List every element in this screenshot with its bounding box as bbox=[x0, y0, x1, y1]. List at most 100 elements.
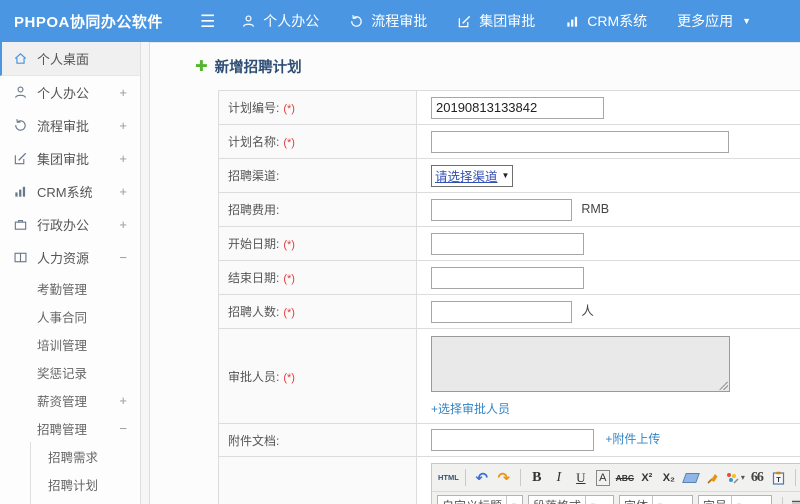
required-mark: (*) bbox=[283, 103, 295, 115]
html-source-button[interactable]: HTML bbox=[438, 468, 459, 488]
chevron-down-icon: ▾ bbox=[731, 495, 746, 504]
top-bar: PHPOA协同办公软件 ☰ 个人办公 流程审批 集团审批 CRM系统 更多应用 … bbox=[0, 0, 800, 42]
paragraph-format-select[interactable]: 段落格式 ▾ bbox=[528, 494, 614, 504]
edit-icon bbox=[457, 14, 472, 29]
sidebar-item-training-mgmt[interactable]: 培训管理 bbox=[0, 330, 140, 358]
superscript-button[interactable]: X² bbox=[637, 468, 657, 488]
expand-plus-icon[interactable]: + bbox=[119, 118, 127, 133]
workflow-icon bbox=[349, 14, 364, 29]
recruit-plan-form: 计划编号:(*) 计划名称:(*) 招聘渠道: 请选择渠道 ▼ bbox=[218, 90, 800, 504]
text-style-icon[interactable]: ▾ bbox=[725, 468, 745, 488]
required-mark: (*) bbox=[283, 239, 295, 251]
required-mark: (*) bbox=[283, 273, 295, 285]
italic-button[interactable]: I bbox=[549, 468, 569, 488]
field-label: 结束日期: (*) bbox=[218, 260, 417, 295]
edit-icon bbox=[13, 151, 28, 166]
sidebar-item-salary-mgmt[interactable]: 薪资管理 + bbox=[0, 386, 140, 414]
expand-plus-icon[interactable]: + bbox=[119, 393, 127, 408]
toolbar-divider bbox=[519, 469, 521, 486]
nav-crm-system[interactable]: CRM系统 bbox=[565, 11, 647, 31]
nav-label: 个人办公 bbox=[263, 13, 320, 29]
form-row-editor: HTML ↶ ↷ B I U A ABC X² X₂ ▾ 66 T bbox=[218, 456, 800, 504]
home-icon bbox=[13, 51, 28, 66]
sidebar-item-label: 集团审批 bbox=[37, 152, 90, 167]
workflow-icon bbox=[13, 118, 28, 133]
toolbar-divider bbox=[782, 497, 783, 504]
sidebar-item-personal-office[interactable]: 个人办公 + bbox=[0, 76, 140, 109]
sidebar-item-personal-desktop[interactable]: 个人桌面 bbox=[0, 42, 140, 76]
eraser-icon[interactable] bbox=[681, 468, 701, 488]
headcount-input[interactable] bbox=[431, 300, 572, 323]
sidebar: 个人桌面 个人办公 + 流程审批 + 集团审批 + CRM系统 + 行政办公 +… bbox=[0, 42, 141, 504]
sidebar-item-label: 奖惩记录 bbox=[37, 366, 88, 381]
blockquote-button[interactable]: 66 bbox=[747, 468, 767, 488]
approvers-textarea[interactable] bbox=[431, 336, 730, 392]
chevron-down-icon: ▾ bbox=[506, 495, 521, 504]
expand-plus-icon[interactable]: + bbox=[119, 184, 127, 199]
chart-icon bbox=[13, 184, 28, 199]
end-date-input[interactable] bbox=[431, 266, 584, 289]
start-date-input[interactable] bbox=[431, 232, 584, 255]
nav-group-approval[interactable]: 集团审批 bbox=[457, 11, 535, 31]
choose-approvers-link[interactable]: +选择审批人员 bbox=[431, 400, 800, 417]
recruit-cost-input[interactable] bbox=[431, 198, 572, 221]
required-mark: (*) bbox=[283, 137, 295, 149]
toolbar-divider bbox=[794, 469, 796, 486]
page-title: ✚ 新增招聘计划 bbox=[195, 56, 800, 77]
font-family-select[interactable]: 字体 ▾ bbox=[619, 494, 693, 504]
border-text-button[interactable]: A bbox=[596, 469, 610, 486]
collapse-minus-icon[interactable]: − bbox=[119, 250, 127, 265]
channel-select[interactable]: 请选择渠道 ▼ bbox=[431, 164, 514, 187]
paste-text-icon[interactable]: T bbox=[769, 468, 789, 488]
undo-icon[interactable]: ↶ bbox=[472, 468, 492, 488]
field-label: 附件文档: bbox=[218, 423, 417, 457]
field-label: 计划编号: (*) bbox=[218, 90, 417, 125]
expand-plus-icon[interactable]: + bbox=[119, 217, 127, 232]
top-nav: 个人办公 流程审批 集团审批 CRM系统 更多应用 ▼ bbox=[241, 11, 781, 31]
sidebar-item-admin-office[interactable]: 行政办公 + bbox=[0, 208, 140, 241]
subscript-button[interactable]: X₂ bbox=[659, 468, 679, 488]
sidebar-scrollbar[interactable] bbox=[141, 42, 150, 504]
redo-icon[interactable]: ↷ bbox=[494, 468, 514, 488]
sidebar-item-talent-pool[interactable]: 人才库 bbox=[31, 498, 140, 504]
field-label: 招聘人数: (*) bbox=[218, 294, 417, 329]
form-row-plan-number: 计划编号: (*) bbox=[218, 90, 800, 125]
headcount-unit-label: 人 bbox=[581, 304, 594, 319]
nav-more-apps[interactable]: 更多应用 ▼ bbox=[677, 11, 751, 31]
sidebar-item-crm-system[interactable]: CRM系统 + bbox=[0, 175, 140, 208]
sidebar-item-human-resources[interactable]: 人力资源 − bbox=[0, 241, 140, 274]
nav-personal-office[interactable]: 个人办公 bbox=[241, 11, 319, 31]
required-mark: (*) bbox=[283, 307, 295, 319]
sidebar-item-hr-contracts[interactable]: 人事合同 bbox=[0, 302, 140, 330]
required-mark: (*) bbox=[283, 371, 295, 384]
plan-number-input[interactable] bbox=[431, 96, 604, 119]
form-row-start-date: 开始日期: (*) bbox=[218, 226, 800, 261]
channel-select-value: 请选择渠道 bbox=[435, 170, 498, 184]
nav-workflow-approval[interactable]: 流程审批 bbox=[349, 11, 427, 31]
sidebar-item-workflow-approval[interactable]: 流程审批 + bbox=[0, 109, 140, 142]
custom-heading-select[interactable]: 自定义标题 ▾ bbox=[437, 494, 523, 504]
collapse-minus-icon[interactable]: − bbox=[119, 421, 127, 436]
plan-name-input[interactable] bbox=[431, 130, 729, 153]
expand-plus-icon[interactable]: + bbox=[119, 85, 127, 100]
resize-grip-icon[interactable] bbox=[719, 381, 728, 390]
align-left-icon[interactable] bbox=[789, 496, 800, 504]
sidebar-item-group-approval[interactable]: 集团审批 + bbox=[0, 142, 140, 175]
format-brush-icon[interactable] bbox=[703, 468, 723, 488]
menu-toggle-icon[interactable]: ☰ bbox=[200, 13, 215, 30]
sidebar-item-recruit-demand[interactable]: 招聘需求 bbox=[31, 442, 140, 470]
form-row-recruit-channel: 招聘渠道: 请选择渠道 ▼ bbox=[218, 158, 800, 193]
sidebar-item-recruit-plan[interactable]: 招聘计划 bbox=[31, 470, 140, 498]
underline-button[interactable]: U bbox=[571, 468, 591, 488]
sidebar-item-label: 招聘管理 bbox=[37, 422, 88, 437]
sidebar-item-reward-records[interactable]: 奖惩记录 bbox=[0, 358, 140, 386]
attachment-input[interactable] bbox=[431, 429, 594, 451]
sidebar-item-attendance-mgmt[interactable]: 考勤管理 bbox=[0, 274, 140, 302]
font-size-select[interactable]: 字号 ▾ bbox=[698, 494, 772, 504]
editor-toolbar-row-1: HTML ↶ ↷ B I U A ABC X² X₂ ▾ 66 T bbox=[432, 464, 800, 492]
attachment-upload-link[interactable]: +附件上传 bbox=[605, 432, 660, 446]
sidebar-item-recruit-mgmt[interactable]: 招聘管理 − bbox=[0, 414, 140, 442]
strikethrough-button[interactable]: ABC bbox=[615, 468, 635, 488]
expand-plus-icon[interactable]: + bbox=[119, 151, 127, 166]
bold-button[interactable]: B bbox=[527, 468, 547, 488]
